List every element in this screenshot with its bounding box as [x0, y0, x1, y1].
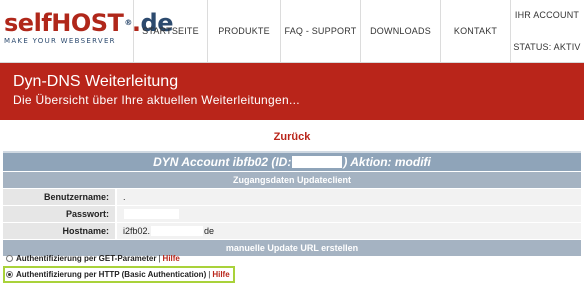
redacted-password: [124, 209, 179, 219]
auth-get-label: Authentifizierung per GET-Parameter: [16, 253, 157, 263]
credentials-section-header: Zugangsdaten Updateclient: [3, 171, 581, 188]
field-row-username: Benutzername: .: [3, 188, 581, 205]
hostname-value: i2fb02. de: [115, 223, 581, 239]
nav-kontakt[interactable]: KONTAKT: [440, 0, 510, 62]
logo-wordmark: selfHOST®.de: [4, 9, 173, 37]
nav-downloads[interactable]: DOWNLOADS: [360, 0, 440, 62]
nav-produkte[interactable]: PRODUKTE: [207, 0, 280, 62]
main-nav: STARTSEITE PRODUKTE FAQ - SUPPORT DOWNLO…: [133, 0, 583, 62]
account-title-prefix: DYN Account ibfb02 (ID:: [153, 155, 292, 169]
username-value: .: [115, 189, 581, 205]
help-link-get[interactable]: Hilfe: [163, 254, 180, 263]
back-link: Zurück: [0, 131, 584, 143]
nav-faq-support[interactable]: FAQ - SUPPORT: [280, 0, 360, 62]
field-row-password: Passwort:: [3, 205, 581, 222]
hostname-label: Hostname:: [3, 223, 115, 239]
page-banner: Dyn-DNS Weiterleitung Die Übersicht über…: [0, 63, 584, 120]
page-subtitle: Die Übersicht über Ihre aktuellen Weiter…: [13, 93, 300, 107]
account-title-row: DYN Account ibfb02 (ID: ) Aktion: modifi: [3, 151, 581, 171]
dyn-account-table: DYN Account ibfb02 (ID: ) Aktion: modifi…: [3, 151, 581, 256]
redacted-hostname: [151, 226, 204, 236]
radio-http-basic[interactable]: [6, 271, 13, 278]
auth-http-label: Authentifizierung per HTTP (Basic Authen…: [16, 270, 207, 279]
page-title: Dyn-DNS Weiterleitung: [13, 73, 179, 90]
site-header: selfHOST®.de MAKE YOUR WEBSERVER STARTSE…: [0, 0, 584, 63]
username-label: Benutzername:: [3, 189, 115, 205]
nav-account[interactable]: IHR ACCOUNT STATUS: AKTIV: [510, 0, 583, 62]
selfhost-logo[interactable]: selfHOST®.de MAKE YOUR WEBSERVER: [4, 9, 173, 50]
account-title-suffix: ) Aktion: modifi: [343, 155, 431, 169]
auth-option-http[interactable]: Authentifizierung per HTTP (Basic Authen…: [3, 266, 235, 283]
auth-option-get[interactable]: Authentifizierung per GET-Parameter | Hi…: [6, 252, 566, 264]
redacted-id: [292, 156, 343, 168]
password-label: Passwort:: [3, 206, 115, 222]
password-value: [115, 206, 581, 222]
account-status: STATUS: AKTIV: [513, 42, 581, 52]
radio-get-parameter[interactable]: [6, 254, 13, 262]
help-link-http[interactable]: Hilfe: [212, 270, 229, 279]
auth-options: Authentifizierung per GET-Parameter | Hi…: [3, 252, 566, 283]
back-link-text[interactable]: Zurück: [274, 131, 311, 143]
field-row-hostname: Hostname: i2fb02. de: [3, 222, 581, 239]
account-label: IHR ACCOUNT: [514, 10, 580, 20]
nav-startseite[interactable]: STARTSEITE: [133, 0, 207, 62]
logo-tagline: MAKE YOUR WEBSERVER: [4, 37, 116, 45]
